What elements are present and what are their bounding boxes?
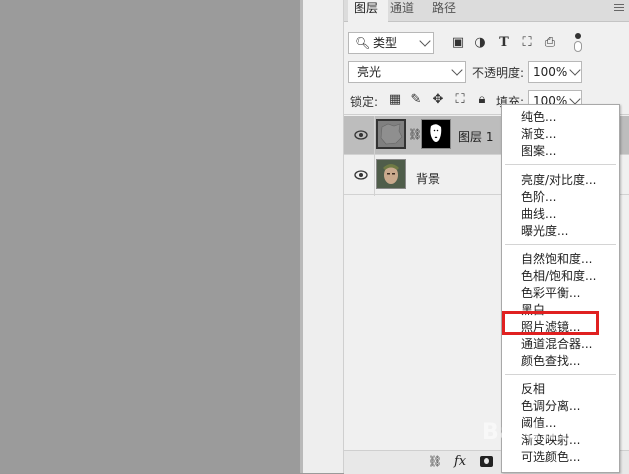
shape-filter-icon[interactable]: ⛶ xyxy=(520,36,534,50)
menu-item-brightness-contrast[interactable]: 亮度/对比度... xyxy=(521,172,597,188)
menu-item-solid-color[interactable]: 纯色... xyxy=(521,109,556,125)
menu-item-pattern[interactable]: 图案... xyxy=(521,143,556,159)
lock-position-icon[interactable]: ✥ xyxy=(431,93,445,107)
fx-button[interactable]: fx xyxy=(454,454,466,469)
photo-filter-highlight-box xyxy=(502,311,599,335)
tab-layers[interactable]: 图层 xyxy=(348,0,388,22)
filter-toggle[interactable] xyxy=(573,33,583,53)
opacity-value: 100% xyxy=(533,65,568,79)
lock-all-icon[interactable]: 🔒︎ xyxy=(475,93,489,107)
lock-image-icon[interactable]: ✎ xyxy=(409,93,423,107)
eye-icon[interactable] xyxy=(354,128,368,142)
menu-item-channel-mixer[interactable]: 通道混合器... xyxy=(521,336,592,352)
opacity-input[interactable]: 100% xyxy=(528,61,582,83)
layer-name[interactable]: 背景 xyxy=(416,170,440,187)
panel-menu-icon[interactable] xyxy=(614,4,624,13)
opacity-label: 不透明度: xyxy=(472,66,525,80)
menu-item-curves[interactable]: 曲线... xyxy=(521,206,556,222)
lock-transparent-icon[interactable]: ▦ xyxy=(388,93,402,107)
menu-separator xyxy=(505,164,616,165)
adjustment-filter-icon[interactable]: ◑ xyxy=(473,36,487,50)
menu-item-gradient[interactable]: 渐变... xyxy=(521,126,556,142)
menu-separator xyxy=(505,374,616,375)
watermark: Baidu经验 xyxy=(482,420,604,445)
menu-item-hue-saturation[interactable]: 色相/饱和度... xyxy=(521,268,597,284)
chevron-down-icon xyxy=(569,64,581,76)
menu-item-invert[interactable]: 反相 xyxy=(521,381,545,397)
pixel-filter-icon[interactable]: ▣ xyxy=(451,36,465,50)
layer-mask-thumbnail[interactable] xyxy=(421,119,451,149)
search-icon: 🔍︎ xyxy=(355,36,371,50)
lock-artboard-icon[interactable]: ⛶ xyxy=(453,93,467,107)
menu-item-exposure[interactable]: 曝光度... xyxy=(521,223,568,239)
menu-item-posterize[interactable]: 色调分离... xyxy=(521,398,580,414)
smart-object-filter-icon[interactable]: ⎙ xyxy=(543,36,557,50)
divider xyxy=(374,116,375,196)
add-mask-icon[interactable] xyxy=(480,456,493,467)
panel-tab-bar: 图层 通道 路径 xyxy=(344,0,629,22)
chevron-down-icon xyxy=(569,93,581,105)
eye-icon[interactable] xyxy=(354,168,368,182)
link-layers-icon[interactable]: ⛓ xyxy=(428,455,442,469)
menu-item-levels[interactable]: 色阶... xyxy=(521,189,556,205)
filter-kind-label: 类型 xyxy=(373,36,398,50)
blend-mode-value: 亮光 xyxy=(357,65,382,79)
chevron-down-icon xyxy=(419,35,431,47)
layer-thumbnail[interactable] xyxy=(376,119,406,149)
filter-kind-select[interactable]: 🔍︎ 类型 xyxy=(348,32,434,54)
chevron-down-icon xyxy=(451,64,463,76)
menu-item-color-balance[interactable]: 色彩平衡... xyxy=(521,285,580,301)
menu-separator xyxy=(505,244,616,245)
blend-mode-select[interactable]: 亮光 xyxy=(348,61,466,83)
link-icon[interactable]: ⛓ xyxy=(408,128,422,141)
layer-thumbnail[interactable] xyxy=(376,159,406,189)
menu-item-vibrance[interactable]: 自然饱和度... xyxy=(521,251,592,267)
menu-item-selective-color[interactable]: 可选颜色... xyxy=(521,449,580,465)
type-filter-icon[interactable]: T xyxy=(497,36,511,50)
tab-channels[interactable]: 通道 xyxy=(390,0,414,21)
lock-label: 锁定: xyxy=(350,95,379,109)
tab-paths[interactable]: 路径 xyxy=(432,0,456,21)
panel-dock-strip xyxy=(303,0,343,473)
document-canvas[interactable] xyxy=(0,0,300,473)
layer-name[interactable]: 图层 1 xyxy=(458,128,493,145)
menu-item-color-lookup[interactable]: 颜色查找... xyxy=(521,353,580,369)
